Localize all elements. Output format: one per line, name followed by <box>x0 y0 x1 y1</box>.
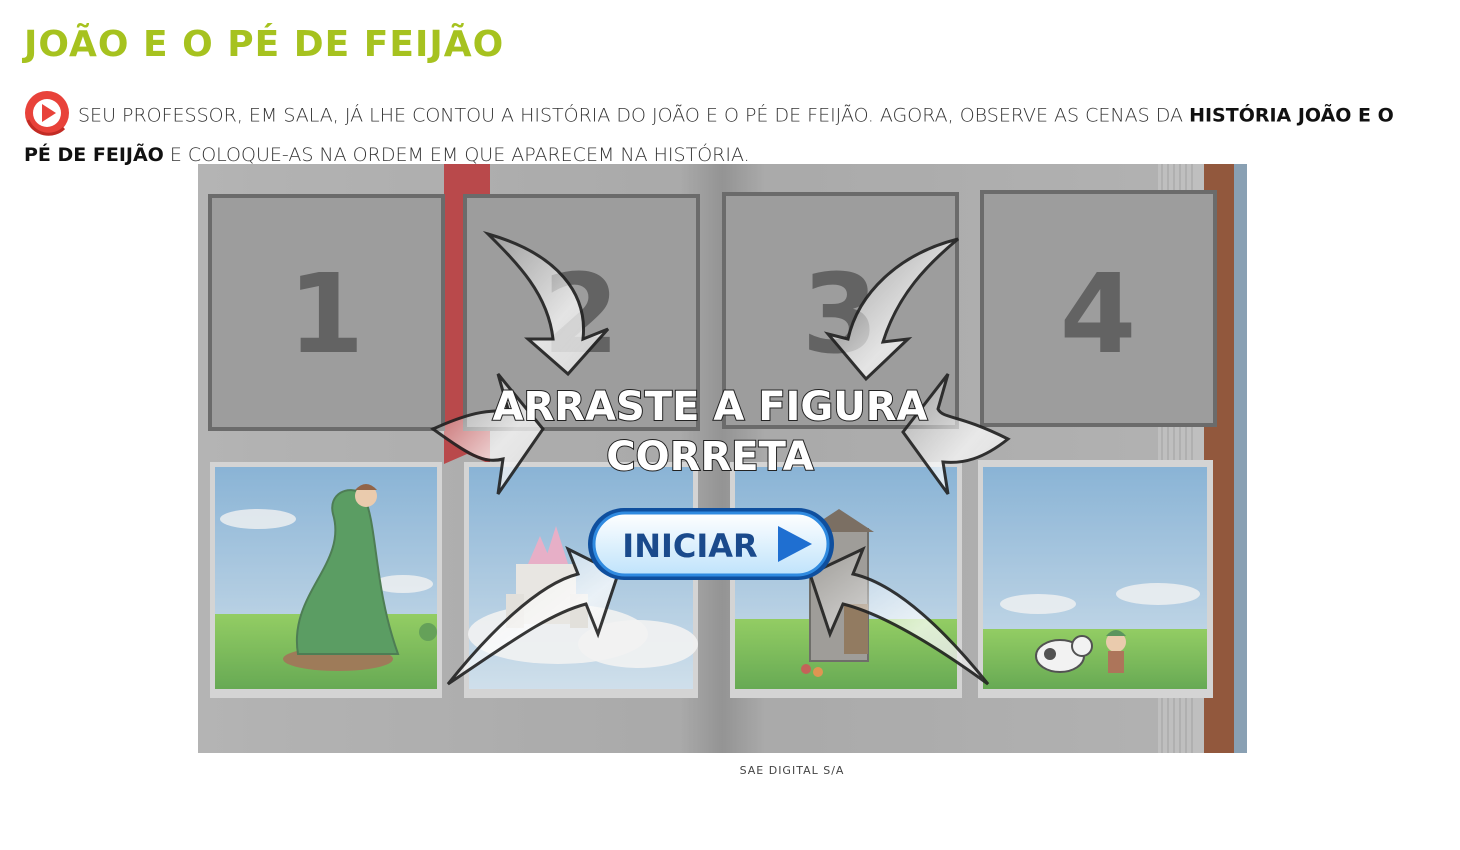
instruction-text: SEU PROFESSOR, EM SALA, JÁ LHE CONTOU A … <box>24 91 1424 174</box>
start-button[interactable]: INICIAR <box>588 508 834 580</box>
ordering-game[interactable]: 1 2 3 4 <box>198 164 1247 753</box>
start-button-label: INICIAR <box>622 527 757 565</box>
overlay-title-line-1: ARRASTE A FIGURA <box>492 384 927 430</box>
page-title: JOÃO E O PÉ DE FEIJÃO <box>24 24 505 65</box>
play-circle-icon[interactable] <box>24 90 70 136</box>
credit-text: SAE DIGITAL S/A <box>739 764 845 777</box>
instruction-part-2: E COLOQUE-AS NA ORDEM EM QUE APARECEM NA… <box>163 144 750 166</box>
instruction-part-1: SEU PROFESSOR, EM SALA, JÁ LHE CONTOU A … <box>78 104 1190 127</box>
overlay-title-line-2: CORRETA <box>606 434 813 480</box>
